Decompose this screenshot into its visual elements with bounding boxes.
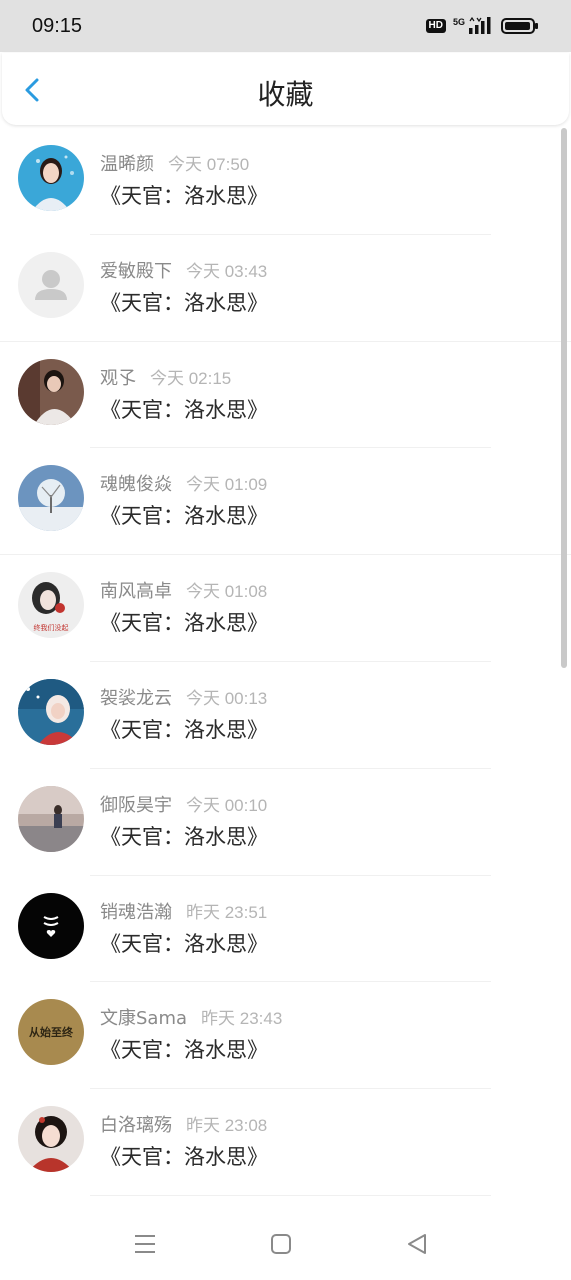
avatar[interactable] [18, 251, 84, 318]
user-name: 御阪昊宇 [100, 794, 172, 816]
user-name: 南风高卓 [100, 581, 172, 603]
item-meta: 温晞颜 今天 07:50 [100, 150, 249, 176]
item-time: 昨天 23:43 [201, 1009, 283, 1029]
item-meta: 销魂浩瀚 昨天 23:51 [100, 898, 267, 924]
item-time: 昨天 23:08 [186, 1116, 268, 1136]
list-item[interactable]: 销魂浩瀚 昨天 23:51 《天官：洛水思》 [0, 876, 571, 983]
book-title: 《天官：洛水思》 [100, 1038, 268, 1063]
divider [90, 1194, 491, 1196]
scrollbar[interactable] [561, 128, 567, 668]
item-meta: 袈裟龙云 今天 00:13 [100, 684, 267, 710]
list-item[interactable]: 御阪昊宇 今天 00:10 《天官：洛水思》 [0, 769, 571, 876]
user-name: 文康Sama [100, 1008, 188, 1030]
favorites-list: 温晞颜 今天 07:50 《天官：洛水思》 爱敏殿下 今天 03:43 《天官：洛水… [0, 128, 571, 1196]
header: 收藏 [2, 53, 569, 125]
item-meta: 南风高卓 今天 01:08 [100, 577, 267, 603]
book-title: 《天官：洛水思》 [100, 504, 268, 529]
status-bar: 09:15 HD 5G [0, 0, 571, 52]
user-name: 魂魄俊焱 [100, 474, 172, 496]
list-item[interactable]: 终我们没起 南风高卓 今天 01:08 《天官：洛水思》 [0, 555, 571, 662]
network-type-label: 5G [452, 17, 465, 27]
item-time: 今天 02:15 [150, 368, 232, 388]
item-meta: 文康Sama 昨天 23:43 [100, 1004, 282, 1030]
avatar[interactable] [18, 358, 84, 425]
user-name: 白洛璃殇 [100, 1115, 172, 1137]
book-title: 《天官：洛水思》 [100, 824, 268, 849]
avatar[interactable] [18, 785, 84, 852]
book-title: 《天官：洛水思》 [100, 1145, 268, 1170]
home-button[interactable] [266, 1229, 296, 1259]
avatar[interactable] [18, 145, 84, 211]
navigation-bar [0, 1205, 571, 1280]
page-title: 收藏 [257, 78, 314, 111]
back-nav-button[interactable] [402, 1229, 432, 1259]
status-icons: HD 5G [425, 17, 539, 35]
book-title: 《天官：洛水思》 [100, 931, 268, 956]
user-name: 销魂浩瀚 [100, 901, 172, 923]
user-name: 观孓 [100, 367, 136, 389]
status-time: 09:15 [32, 14, 83, 37]
back-icon [408, 1234, 426, 1254]
item-time: 今天 00:10 [186, 795, 268, 815]
avatar[interactable] [18, 678, 84, 745]
item-time: 今天 07:50 [168, 155, 250, 174]
list-item[interactable]: 袈裟龙云 今天 00:13 《天官：洛水思》 [0, 662, 571, 769]
book-title: 《天官：洛水思》 [100, 611, 268, 636]
book-title: 《天官：洛水思》 [100, 397, 268, 422]
item-meta: 魂魄俊焱 今天 01:09 [100, 470, 267, 496]
list-item[interactable]: 白洛璃殇 昨天 23:08 《天官：洛水思》 [0, 1089, 571, 1196]
item-time: 今天 03:43 [186, 261, 268, 281]
item-time: 今天 01:08 [186, 582, 268, 602]
home-icon [271, 1234, 291, 1254]
item-time: 今天 01:09 [186, 475, 268, 495]
signal-icon [469, 17, 491, 34]
item-meta: 爱敏殿下 今天 03:43 [100, 257, 267, 283]
book-title: 《天官：洛水思》 [100, 184, 268, 208]
item-time: 昨天 23:51 [186, 902, 268, 922]
avatar[interactable]: 终我们没起 [18, 572, 84, 639]
list-item[interactable]: 从始至终 文康Sama 昨天 23:43 《天官：洛水思》 [0, 982, 571, 1090]
book-title: 《天官：洛水思》 [100, 717, 268, 742]
menu-button[interactable] [130, 1229, 160, 1259]
avatar[interactable] [18, 1106, 84, 1173]
item-meta: 御阪昊宇 今天 00:10 [100, 791, 267, 817]
list-item[interactable]: 魂魄俊焱 今天 01:09 《天官：洛水思》 [0, 448, 571, 556]
avatar[interactable] [18, 892, 84, 959]
avatar-text: 终我们没起 [34, 623, 69, 632]
user-name: 温晞颜 [100, 154, 154, 175]
user-name: 爱敏殿下 [100, 260, 172, 282]
avatar[interactable] [18, 465, 84, 532]
item-meta: 白洛璃殇 昨天 23:08 [100, 1111, 267, 1137]
item-time: 今天 00:13 [186, 688, 268, 708]
avatar-text: 从始至终 [29, 1025, 74, 1039]
list-item[interactable]: 观孓 今天 02:15 《天官：洛水思》 [0, 342, 571, 449]
list-item[interactable]: 爱敏殿下 今天 03:43 《天官：洛水思》 [0, 235, 571, 342]
hd-icon: HD [425, 19, 446, 33]
book-title: 《天官：洛水思》 [100, 290, 268, 315]
list-item[interactable]: 温晞颜 今天 07:50 《天官：洛水思》 [0, 128, 571, 235]
menu-icon [135, 1235, 155, 1253]
user-name: 袈裟龙云 [100, 687, 172, 709]
item-meta: 观孓 今天 02:15 [100, 364, 231, 390]
battery-icon [501, 18, 538, 34]
avatar[interactable]: 从始至终 [18, 999, 84, 1066]
